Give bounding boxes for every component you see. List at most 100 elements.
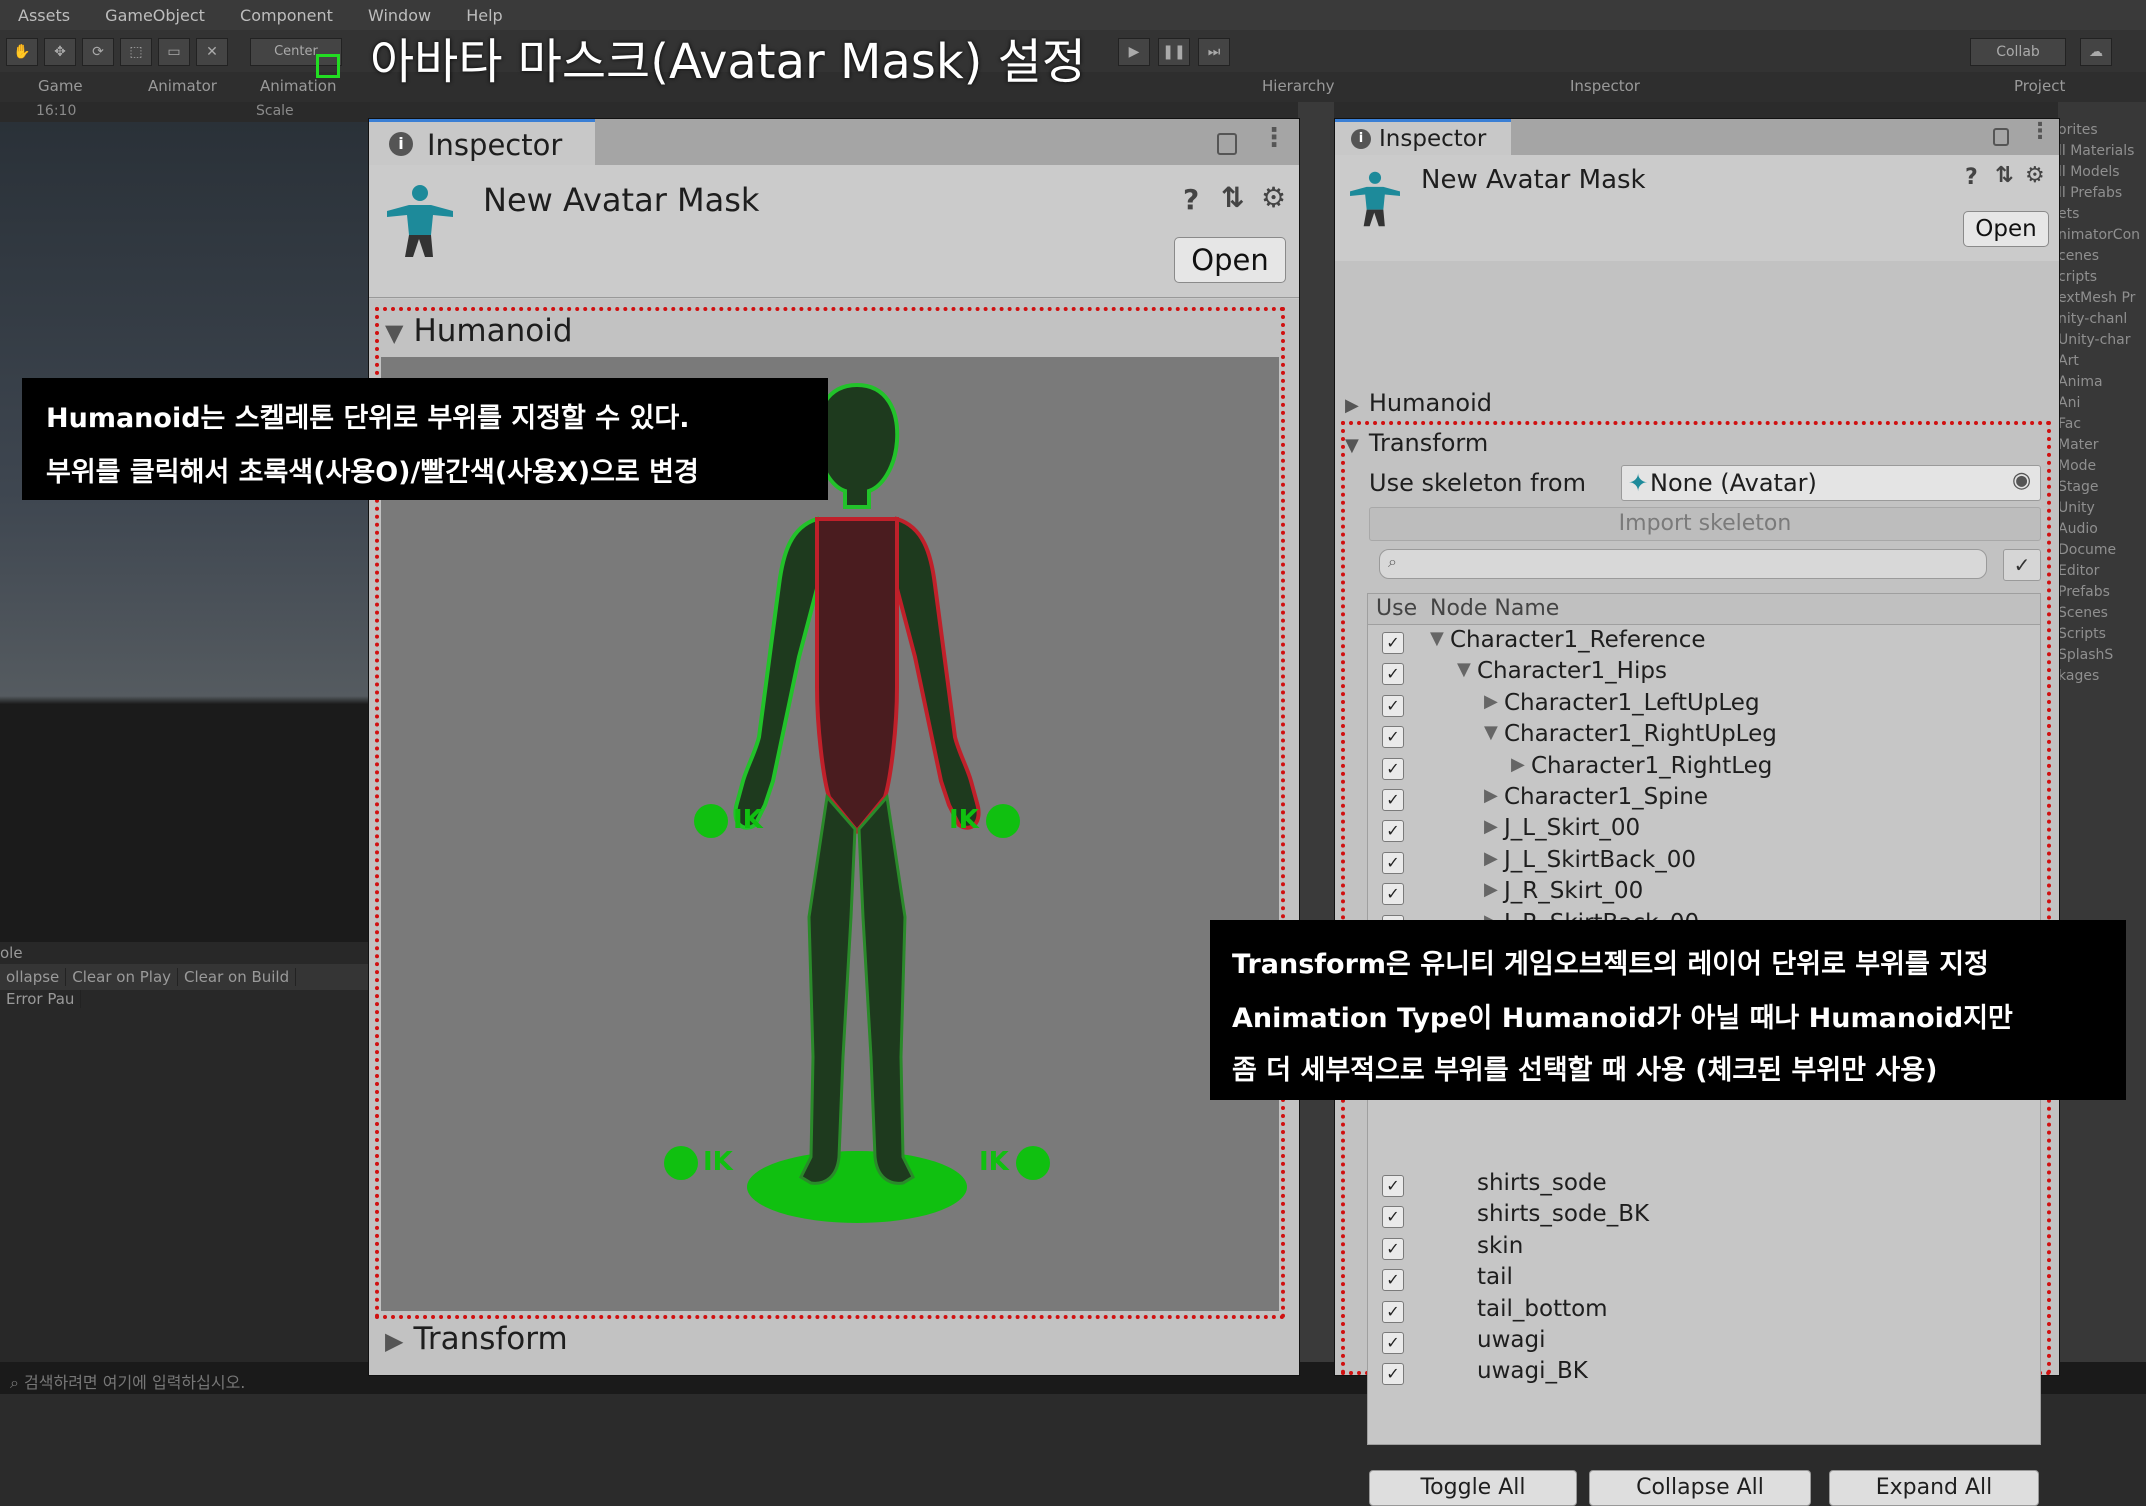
preset-icon[interactable]: ⇅ bbox=[1995, 163, 2013, 188]
use-checkbox[interactable]: ✓ bbox=[1382, 1175, 1404, 1197]
tree-row[interactable]: ✓ uwagi bbox=[1368, 1327, 2040, 1358]
collab-button[interactable]: Collab bbox=[1970, 38, 2066, 66]
use-checkbox[interactable]: ✓ bbox=[1382, 694, 1404, 717]
tree-row[interactable]: ✓ ▶ Character1_RightLeg bbox=[1368, 753, 2040, 784]
tree-row[interactable]: ✓ ▶ J_L_SkirtBack_00 bbox=[1368, 847, 2040, 878]
cloud-icon[interactable]: ☁ bbox=[2080, 38, 2112, 66]
project-item[interactable]: kages bbox=[2058, 666, 2146, 687]
transform-foldout[interactable]: ▼ Transform bbox=[1345, 429, 1488, 457]
collapse-all-button[interactable]: Collapse All bbox=[1589, 1470, 1811, 1506]
project-item[interactable]: cripts bbox=[2058, 267, 2146, 288]
project-item[interactable]: orites bbox=[2058, 120, 2146, 141]
torso-part[interactable] bbox=[815, 517, 899, 835]
tab-animation[interactable]: Animation bbox=[260, 77, 336, 95]
left-hand-ik-dot[interactable] bbox=[694, 804, 728, 838]
project-item[interactable]: Fac bbox=[2058, 414, 2146, 435]
right-foot-ik-dot[interactable] bbox=[1016, 1146, 1050, 1180]
humanoid-foldout-row[interactable]: ▶ Humanoid bbox=[1345, 389, 1492, 417]
left-foot-ik-dot[interactable] bbox=[664, 1146, 698, 1180]
use-checkbox[interactable]: ✓ bbox=[1382, 789, 1404, 811]
project-item[interactable]: Anima bbox=[2058, 372, 2146, 393]
more-options-icon[interactable]: ⋮ bbox=[2029, 119, 2051, 144]
help-icon[interactable]: ? bbox=[1183, 183, 1199, 216]
play-icon[interactable]: ▶ bbox=[1118, 38, 1150, 66]
node-search-input[interactable]: ⌕ bbox=[1379, 549, 1987, 579]
move-tool-icon[interactable]: ✥ bbox=[44, 38, 76, 66]
lock-icon[interactable] bbox=[1993, 128, 2009, 146]
chevron-right-icon[interactable]: ▶ bbox=[1484, 785, 1498, 806]
menu-assets[interactable]: Assets bbox=[0, 0, 82, 25]
tree-row[interactable]: ✓ skin bbox=[1368, 1233, 2040, 1264]
transform-tool-icon[interactable]: ✕ bbox=[196, 38, 228, 66]
project-item[interactable]: nimatorCon bbox=[2058, 225, 2146, 246]
project-item[interactable]: Scenes bbox=[2058, 603, 2146, 624]
tab-inspector-bg[interactable]: Inspector bbox=[1570, 77, 1640, 95]
tree-row[interactable]: ✓ ▶ Character1_LeftUpLeg bbox=[1368, 690, 2040, 721]
left-leg-part[interactable] bbox=[799, 793, 857, 1185]
right-arm-part[interactable] bbox=[892, 516, 981, 830]
import-skeleton-button[interactable]: Import skeleton bbox=[1369, 507, 2041, 541]
use-checkbox[interactable]: ✓ bbox=[1382, 663, 1404, 686]
collapse-button[interactable]: ollapse bbox=[0, 968, 67, 986]
project-item[interactable]: Mode bbox=[2058, 456, 2146, 477]
chevron-right-icon[interactable]: ▶ bbox=[1511, 754, 1525, 775]
chevron-right-icon[interactable]: ▶ bbox=[1484, 879, 1498, 900]
use-checkbox[interactable]: ✓ bbox=[1382, 883, 1404, 906]
chevron-down-icon[interactable]: ▼ bbox=[1430, 628, 1444, 649]
project-item[interactable]: Scripts bbox=[2058, 624, 2146, 645]
lock-icon[interactable] bbox=[1217, 133, 1237, 155]
tree-row[interactable]: ✓ shirts_sode_BK bbox=[1368, 1201, 2040, 1232]
tree-row[interactable]: ✓ ▼ Character1_RightUpLeg bbox=[1368, 721, 2040, 752]
console-tab[interactable]: ole bbox=[0, 944, 23, 962]
game-viewport[interactable] bbox=[0, 122, 370, 942]
step-icon[interactable]: ⏭ bbox=[1198, 38, 1230, 66]
open-button[interactable]: Open bbox=[1174, 237, 1286, 283]
use-checkbox[interactable]: ✓ bbox=[1382, 1237, 1404, 1260]
tab-inspector[interactable]: i Inspector bbox=[1335, 119, 1511, 155]
chevron-down-icon[interactable]: ▼ bbox=[1457, 659, 1471, 680]
humanoid-foldout[interactable]: ▼ Humanoid bbox=[385, 313, 573, 349]
toggle-all-button[interactable]: Toggle All bbox=[1369, 1470, 1577, 1506]
clear-on-play-button[interactable]: Clear on Play bbox=[66, 968, 179, 986]
preset-icon[interactable]: ⇅ bbox=[1221, 181, 1244, 214]
project-item[interactable]: nity-chanl bbox=[2058, 309, 2146, 330]
gear-icon[interactable]: ⚙ bbox=[2025, 163, 2045, 188]
tree-row[interactable]: ✓ ▶ Character1_Spine bbox=[1368, 784, 2040, 815]
project-item[interactable]: ll Models bbox=[2058, 162, 2146, 183]
right-leg-part[interactable] bbox=[857, 793, 915, 1185]
tab-game[interactable]: Game bbox=[38, 77, 83, 95]
use-checkbox[interactable]: ✓ bbox=[1382, 1206, 1404, 1229]
chevron-right-icon[interactable]: ▶ bbox=[1484, 848, 1498, 869]
head-part[interactable] bbox=[814, 382, 900, 509]
menu-gameobject[interactable]: GameObject bbox=[87, 0, 217, 25]
use-checkbox[interactable]: ✓ bbox=[1382, 820, 1404, 843]
tab-hierarchy[interactable]: Hierarchy bbox=[1262, 77, 1335, 95]
gear-icon[interactable]: ⚙ bbox=[1261, 181, 1286, 214]
project-item[interactable]: Stage bbox=[2058, 477, 2146, 498]
hand-tool-icon[interactable]: ✋ bbox=[6, 38, 38, 66]
right-hand-ik-dot[interactable] bbox=[986, 804, 1020, 838]
object-picker-icon[interactable]: ◉ bbox=[2012, 468, 2031, 493]
scale-tool-icon[interactable]: ⬚ bbox=[120, 38, 152, 66]
error-pause-button[interactable]: Error Pau bbox=[0, 990, 82, 1008]
rect-tool-icon[interactable]: ▭ bbox=[158, 38, 190, 66]
chevron-down-icon[interactable]: ▼ bbox=[1484, 722, 1498, 743]
project-item[interactable]: Editor bbox=[2058, 561, 2146, 582]
tree-row[interactable]: ✓ shirts_sode bbox=[1368, 1170, 2040, 1201]
project-item[interactable]: Art bbox=[2058, 351, 2146, 372]
project-item[interactable]: cenes bbox=[2058, 246, 2146, 267]
tree-row[interactable]: ✓ uwagi_BK bbox=[1368, 1358, 2040, 1389]
tree-row[interactable]: ✓ ▶ J_L_Skirt_00 bbox=[1368, 815, 2040, 846]
chevron-right-icon[interactable]: ▶ bbox=[1484, 816, 1498, 837]
chevron-right-icon[interactable]: ▶ bbox=[1484, 691, 1498, 712]
root-part[interactable] bbox=[747, 1151, 967, 1223]
use-checkbox[interactable]: ✓ bbox=[1382, 632, 1404, 654]
menu-component[interactable]: Component bbox=[222, 0, 345, 25]
transform-foldout[interactable]: ▶ Transform bbox=[385, 1321, 568, 1357]
tab-project[interactable]: Project bbox=[2014, 77, 2065, 95]
tab-animator[interactable]: Animator bbox=[148, 77, 217, 95]
project-item[interactable]: ll Materials bbox=[2058, 141, 2146, 162]
project-item[interactable]: SplashS bbox=[2058, 645, 2146, 666]
project-item[interactable]: Audio bbox=[2058, 519, 2146, 540]
project-item[interactable]: Prefabs bbox=[2058, 582, 2146, 603]
